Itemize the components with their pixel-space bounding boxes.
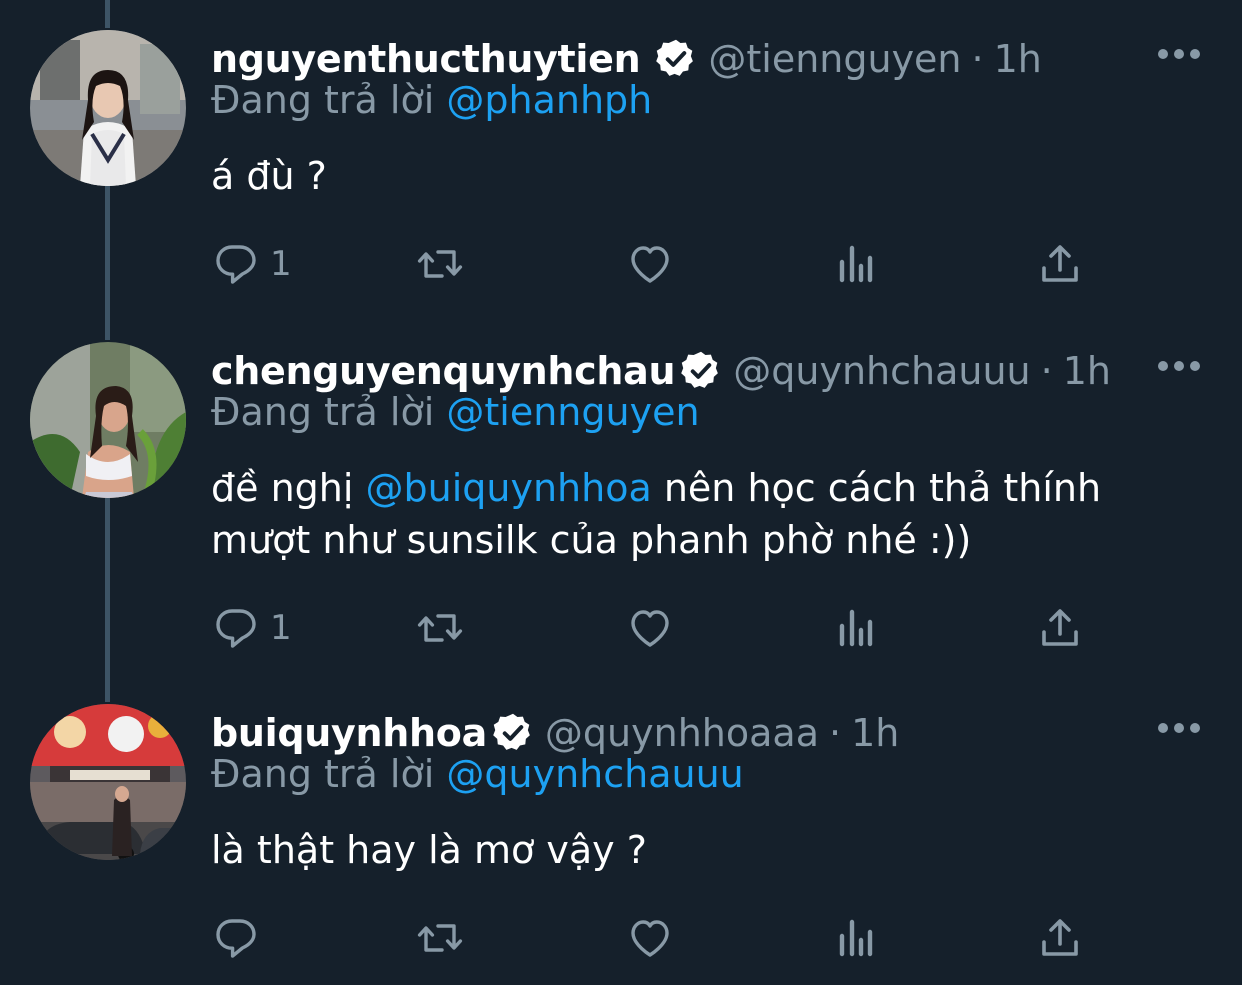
separator-dot: · [1040,349,1053,393]
tweet-text-line: đề nghị @buiquynhhoa nên học cách thả th… [211,462,1101,514]
reply-prefix: Đang trả lời [211,78,435,122]
user-handle[interactable]: @tiennguyen [708,37,961,81]
reply-icon [216,609,256,648]
retweet-icon [417,924,463,952]
reply-button[interactable]: 1 [212,598,292,658]
timestamp[interactable]: 1h [851,711,899,755]
separator-dot: · [828,711,842,755]
tweet-text-line: là thật hay là mơ vậy ? [211,828,647,872]
tweet-text-line-2: mượt như sunsilk của phanh phờ nhé :)) [211,518,972,562]
more-icon[interactable] [1156,716,1202,740]
like-icon [631,920,669,957]
analytics-icon [839,609,873,647]
reply-icon [216,245,256,284]
display-name[interactable]: nguyenthucthuytien [211,37,641,81]
replying-to: Đang trả lời @phanhph [211,78,652,122]
timestamp[interactable]: 1h [1063,349,1111,393]
reply-mention-link[interactable]: @tiennguyen [446,390,699,434]
timestamp[interactable]: 1h [994,37,1042,81]
reply-count: 1 [270,244,292,284]
replying-to: Đang trả lời @quynhchauuu [211,752,744,796]
reply-mention-link[interactable]: @phanhph [446,78,652,122]
like-button[interactable] [626,908,674,968]
retweet-button[interactable] [416,908,464,968]
reply-button[interactable] [212,908,270,968]
action-bar [0,908,1242,968]
tweet-text: á đù ? [211,150,327,202]
retweet-button[interactable] [416,598,464,658]
analytics-button[interactable] [832,908,880,968]
verified-badge-icon [656,39,694,76]
analytics-button[interactable] [832,598,880,658]
share-icon [1042,919,1078,956]
like-icon [631,610,669,647]
share-button[interactable] [1036,598,1084,658]
verified-badge-icon [493,713,530,750]
more-icon[interactable] [1156,42,1202,66]
retweet-button[interactable] [416,234,464,294]
analytics-icon [839,919,873,957]
display-name[interactable]: chenguyenquynhchau [211,349,676,393]
verified-badge-icon [681,351,719,388]
tweet-text-line: á đù ? [211,154,327,198]
tweet-text: là thật hay là mơ vậy ? [211,824,647,876]
action-bar: 1 [0,598,1242,658]
user-handle[interactable]: @quynhhoaaa [545,711,819,755]
analytics-button[interactable] [832,234,880,294]
analytics-icon [839,245,873,283]
reply-prefix: Đang trả lời [211,752,435,796]
share-icon [1042,609,1078,646]
reply-mention-link[interactable]: @quynhchauuu [446,752,743,796]
more-icon[interactable] [1156,354,1202,378]
thread-line-top [105,0,110,28]
display-name[interactable]: buiquynhhoa [211,711,487,755]
replying-to: Đang trả lời @tiennguyen [211,390,700,434]
action-bar: 1 [0,234,1242,294]
mention-link[interactable]: @buiquynhhoa [366,466,652,510]
avatar[interactable] [30,704,186,860]
retweet-icon [417,614,463,642]
share-button[interactable] [1036,908,1084,968]
like-icon [631,246,669,283]
user-handle[interactable]: @quynhchauuu [733,349,1030,393]
separator-dot: · [971,37,984,81]
share-button[interactable] [1036,234,1084,294]
reply-icon [216,919,256,958]
avatar[interactable] [30,30,186,186]
tweet-text-prefix: đề nghị [211,466,366,510]
tweet-text-after-mention: nên học cách thả thính [651,466,1102,510]
like-button[interactable] [626,598,674,658]
share-icon [1042,245,1078,282]
reply-button[interactable]: 1 [212,234,292,294]
reply-prefix: Đang trả lời [211,390,435,434]
tweet-text: đề nghị @buiquynhhoa nên học cách thả th… [211,462,1101,566]
like-button[interactable] [626,234,674,294]
avatar[interactable] [30,342,186,498]
reply-count: 1 [270,608,292,648]
retweet-icon [417,250,463,278]
